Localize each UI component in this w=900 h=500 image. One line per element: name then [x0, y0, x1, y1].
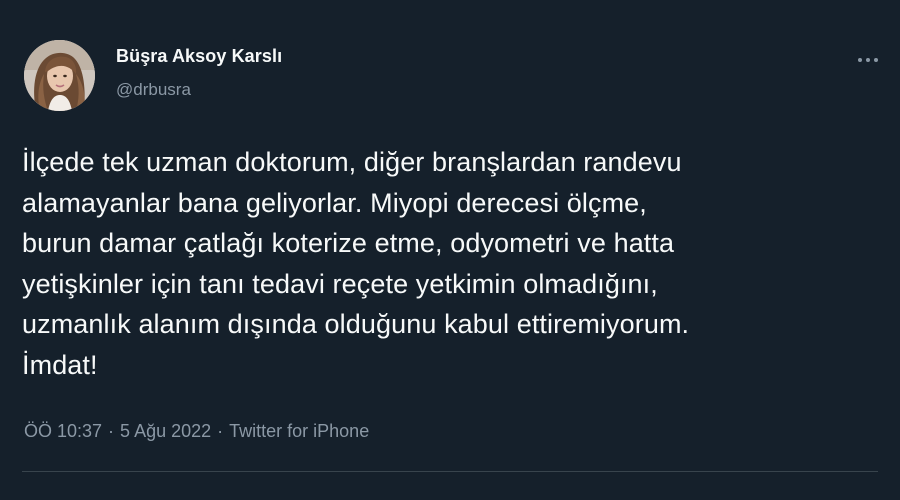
- tweet-text-line: alamayanlar bana geliyorlar. Miyopi dere…: [22, 187, 647, 218]
- more-options-button[interactable]: [853, 50, 883, 70]
- tweet-date[interactable]: 5 Ağu 2022: [120, 421, 211, 441]
- tweet-text-line: İlçede tek uzman doktorum, diğer branşla…: [22, 147, 682, 177]
- divider: [22, 471, 878, 472]
- tweet-text: İlçede tek uzman doktorum, diğer branşla…: [22, 142, 892, 385]
- tweet-metadata: ÖÖ 10:37 · 5 Ağu 2022 · Twitter for iPhone: [24, 421, 369, 442]
- tweet-card: Büşra Aksoy Karslı @drbusra İlçede tek u…: [0, 0, 900, 500]
- author-display-name[interactable]: Büşra Aksoy Karslı: [116, 46, 282, 67]
- author-handle[interactable]: @drbusra: [116, 80, 191, 100]
- tweet-text-line: İmdat!: [22, 349, 98, 380]
- more-horizontal-icon-dot: [874, 58, 878, 62]
- avatar[interactable]: [24, 40, 95, 111]
- tweet-text-line: burun damar çatlağı koterize etme, odyom…: [22, 228, 675, 258]
- profile-photo-icon: [24, 40, 95, 111]
- more-horizontal-icon: [858, 58, 862, 62]
- tweet-text-line: uzmanlık alanım dışında olduğunu kabul e…: [22, 309, 690, 339]
- more-horizontal-icon-dot: [866, 58, 870, 62]
- meta-separator: ·: [217, 421, 224, 441]
- tweet-source-link[interactable]: Twitter for iPhone: [229, 421, 369, 441]
- tweet-text-line: yetişkinler için tanı tedavi reçete yetk…: [22, 268, 658, 299]
- meta-separator: ·: [108, 421, 115, 441]
- tweet-time[interactable]: ÖÖ 10:37: [24, 421, 102, 441]
